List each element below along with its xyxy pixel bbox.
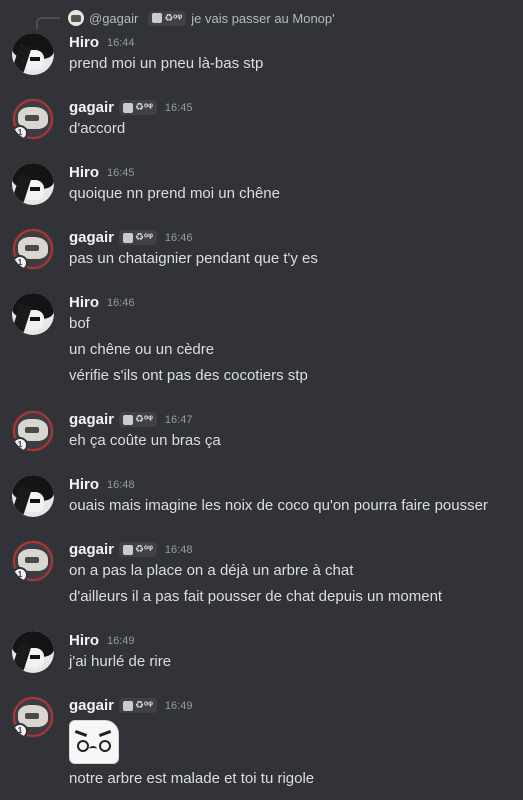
message-header: Hiro 16:49 [69,632,135,649]
tag-icon [123,414,134,425]
message-header: Hiro 16:44 [69,34,135,51]
timestamp[interactable]: 16:49 [107,635,135,647]
guild-tag[interactable]: ♻ᵒᵠ [119,412,157,427]
author-name[interactable]: gagair [69,411,114,428]
guild-tag[interactable]: ♻ᵒᵠ [119,100,157,115]
avatar-gagair[interactable]: 1 [12,696,54,738]
message-text: eh ça coûte un bras ça [69,432,221,449]
timestamp[interactable]: 16:49 [165,700,193,712]
author-name[interactable]: Hiro [69,632,99,649]
message-text: d'ailleurs il a pas fait pousser de chat… [69,588,443,605]
message-text: quoique nn prend moi un chêne [69,185,280,202]
message-header: gagair ♻ᵒᵠ 16:46 [69,229,192,246]
avatar-hiro[interactable] [12,163,54,205]
guild-tag[interactable]: ♻ᵒᵠ [119,698,157,713]
reply-tag: ♻ᵒᵠ [148,10,187,26]
timestamp[interactable]: 16:46 [165,232,193,244]
timestamp[interactable]: 16:44 [107,37,135,49]
message-text: j'ai hurlé de rire [69,653,172,670]
timestamp[interactable]: 16:46 [107,297,135,309]
message-text: notre arbre est malade et toi tu rigole [69,770,315,787]
author-name[interactable]: Hiro [69,164,99,181]
author-name[interactable]: Hiro [69,294,99,311]
reply-text: je vais passer au Monop' [191,10,335,26]
avatar-gagair[interactable]: 1 [12,540,54,582]
message-text: d'accord [69,120,126,137]
author-name[interactable]: Hiro [69,476,99,493]
avatar-gagair[interactable]: 1 [12,410,54,452]
author-name[interactable]: Hiro [69,34,99,51]
timestamp[interactable]: 16:47 [165,414,193,426]
avatar-gagair[interactable]: 1 [12,98,54,140]
message-text: un chêne ou un cèdre [69,341,215,358]
reply-avatar [68,10,84,26]
message-text: vérifie s'ils ont pas des cocotiers stp [69,367,308,384]
tag-icon [152,13,163,23]
message-header: Hiro 16:48 [69,476,135,493]
message-header: gagair ♻ᵒᵠ 16:49 [69,697,192,714]
angry-face-sticker[interactable] [69,720,119,764]
author-name[interactable]: gagair [69,99,114,116]
tag-icon [123,232,134,243]
author-name[interactable]: gagair [69,697,114,714]
reply-author[interactable]: @gagair [89,11,138,26]
timestamp[interactable]: 16:45 [165,102,193,114]
message-header: gagair ♻ᵒᵠ 16:48 [69,541,192,558]
message-header: gagair ♻ᵒᵠ 16:47 [69,411,192,428]
message-text: bof [69,315,90,332]
timestamp[interactable]: 16:48 [107,479,135,491]
tag-icon [123,544,134,555]
message-text: pas un chataignier pendant que t'y es [69,250,318,267]
reply-preview[interactable]: @gagair ♻ᵒᵠ je vais passer au Monop' [68,9,335,27]
message-text: on a pas la place on a déjà un arbre à c… [69,562,354,579]
message-header: gagair ♻ᵒᵠ 16:45 [69,99,192,116]
message-text: prend moi un pneu là-bas stp [69,55,264,72]
tag-icon [123,700,134,711]
avatar-hiro[interactable] [12,631,54,673]
timestamp[interactable]: 16:48 [165,544,193,556]
timestamp[interactable]: 16:45 [107,167,135,179]
author-name[interactable]: gagair [69,229,114,246]
guild-tag[interactable]: ♻ᵒᵠ [119,542,157,557]
avatar-hiro[interactable] [12,33,54,75]
avatar-hiro[interactable] [12,293,54,335]
avatar-hiro[interactable] [12,475,54,517]
avatar-gagair[interactable]: 1 [12,228,54,270]
message-text: ouais mais imagine les noix de coco qu'o… [69,497,488,514]
reply-connector [36,17,60,29]
tag-icon [123,102,134,113]
message-header: Hiro 16:45 [69,164,135,181]
message-header: Hiro 16:46 [69,294,135,311]
guild-tag[interactable]: ♻ᵒᵠ [119,230,157,245]
author-name[interactable]: gagair [69,541,114,558]
